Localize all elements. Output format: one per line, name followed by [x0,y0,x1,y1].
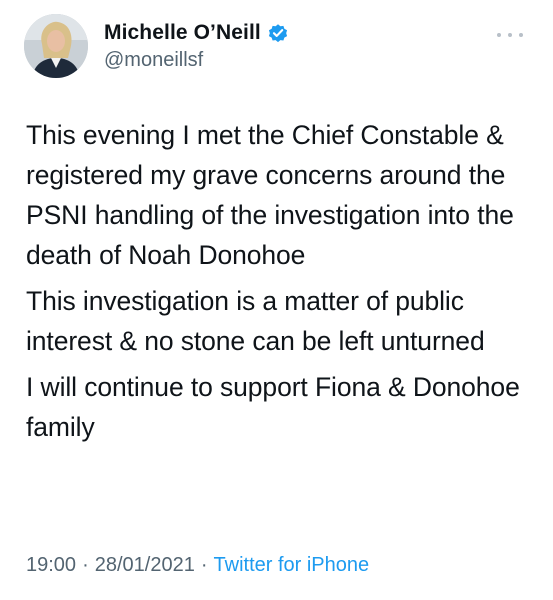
separator: · [82,554,89,576]
display-name[interactable]: Michelle O’Neill [104,21,261,45]
tweet-paragraph: This investigation is a matter of public… [26,286,485,356]
tweet-metadata: 19:00 · 28/01/2021 · Twitter for iPhone [26,554,369,577]
tweet-date[interactable]: 28/01/2021 [95,554,195,576]
more-options-icon[interactable] [497,30,523,40]
dot-icon [519,33,523,37]
tweet-paragraph: I will continue to support Fiona & Donoh… [26,372,520,442]
dot-icon [508,33,512,37]
name-row: Michelle O’Neill [104,19,289,47]
avatar[interactable] [24,14,88,78]
tweet-card: Michelle O’Neill @moneillsf This evening… [0,0,553,600]
profile-photo-icon [24,14,88,78]
dot-icon [497,33,501,37]
tweet-paragraph: This evening I met the Chief Constable &… [26,120,514,270]
separator: · [200,554,208,576]
tweet-header: Michelle O’Neill @moneillsf [24,14,529,80]
tweet-time[interactable]: 19:00 [26,554,76,576]
user-handle[interactable]: @moneillsf [104,49,289,72]
author-identity: Michelle O’Neill @moneillsf [104,19,289,72]
tweet-text: This evening I met the Chief Constable &… [26,115,531,453]
tweet-source-link[interactable]: Twitter for iPhone [214,554,370,576]
verified-badge-icon [267,22,289,44]
